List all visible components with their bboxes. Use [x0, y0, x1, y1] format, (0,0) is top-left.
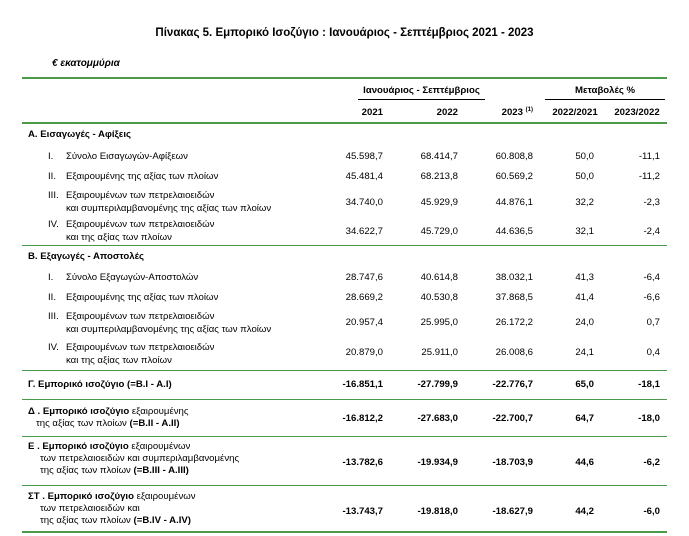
top-rule: [22, 77, 667, 79]
separator-e-st: [22, 485, 667, 486]
separator-b-g: [22, 370, 667, 371]
bottom-rule: [22, 531, 667, 533]
header-rule-period: [358, 99, 485, 100]
header-col-change-2: 2023/2022: [614, 107, 660, 118]
separator-a-b: [22, 245, 667, 246]
header-col-2022: 2022: [436, 107, 458, 118]
header-rule-change: [545, 99, 665, 100]
header-col-2021: 2021: [361, 107, 383, 118]
header-change-group: Μεταβολές %: [574, 85, 636, 96]
section-b-title: Β. Εξαγωγές - Αποστολές: [28, 251, 144, 262]
table-title: Πίνακας 5. Εμπορικό Ισοζύγιο : Ιανουάριο…: [155, 27, 534, 39]
separator-d-e: [22, 436, 667, 437]
header-col-2023: 2023 (1): [501, 106, 533, 118]
section-a-title: Α. Εισαγωγές - Αφίξεις: [28, 129, 131, 140]
unit-label: € εκατομμύρια: [52, 58, 120, 69]
header-bottom-rule: [22, 122, 667, 124]
header-col-change-1: 2022/2021: [552, 107, 598, 118]
header-period-group: Ιανουάριος - Σεπτέμβριος: [363, 85, 480, 96]
separator-g-d: [22, 399, 667, 400]
